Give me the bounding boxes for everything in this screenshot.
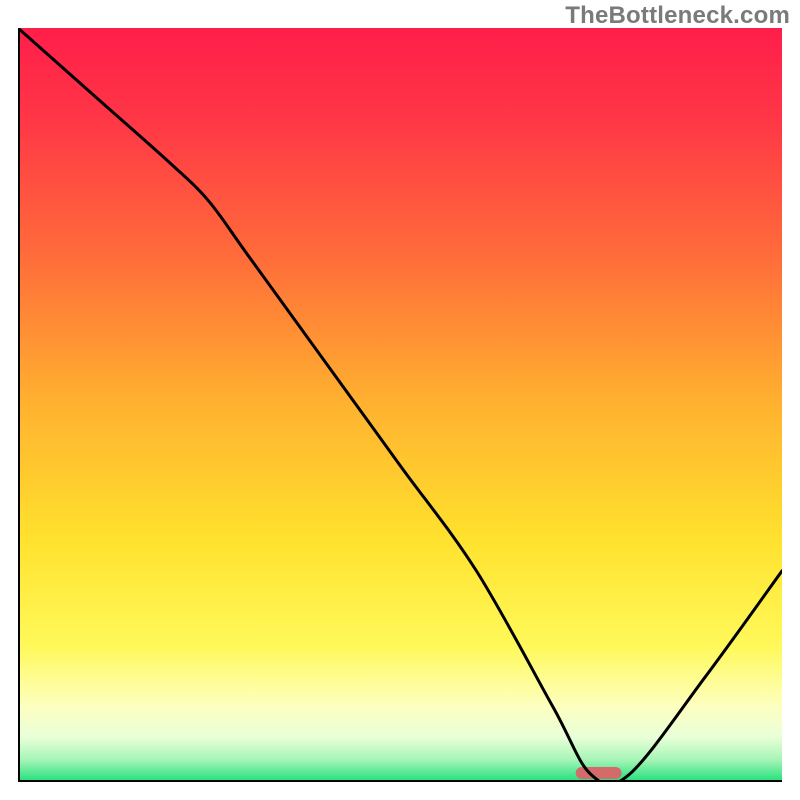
chart-stage: TheBottleneck.com — [0, 0, 800, 800]
optimal-marker — [576, 767, 622, 779]
bottleneck-plot — [18, 28, 782, 782]
plot-svg — [18, 28, 782, 782]
watermark-text: TheBottleneck.com — [565, 2, 790, 30]
plot-background — [18, 28, 782, 782]
